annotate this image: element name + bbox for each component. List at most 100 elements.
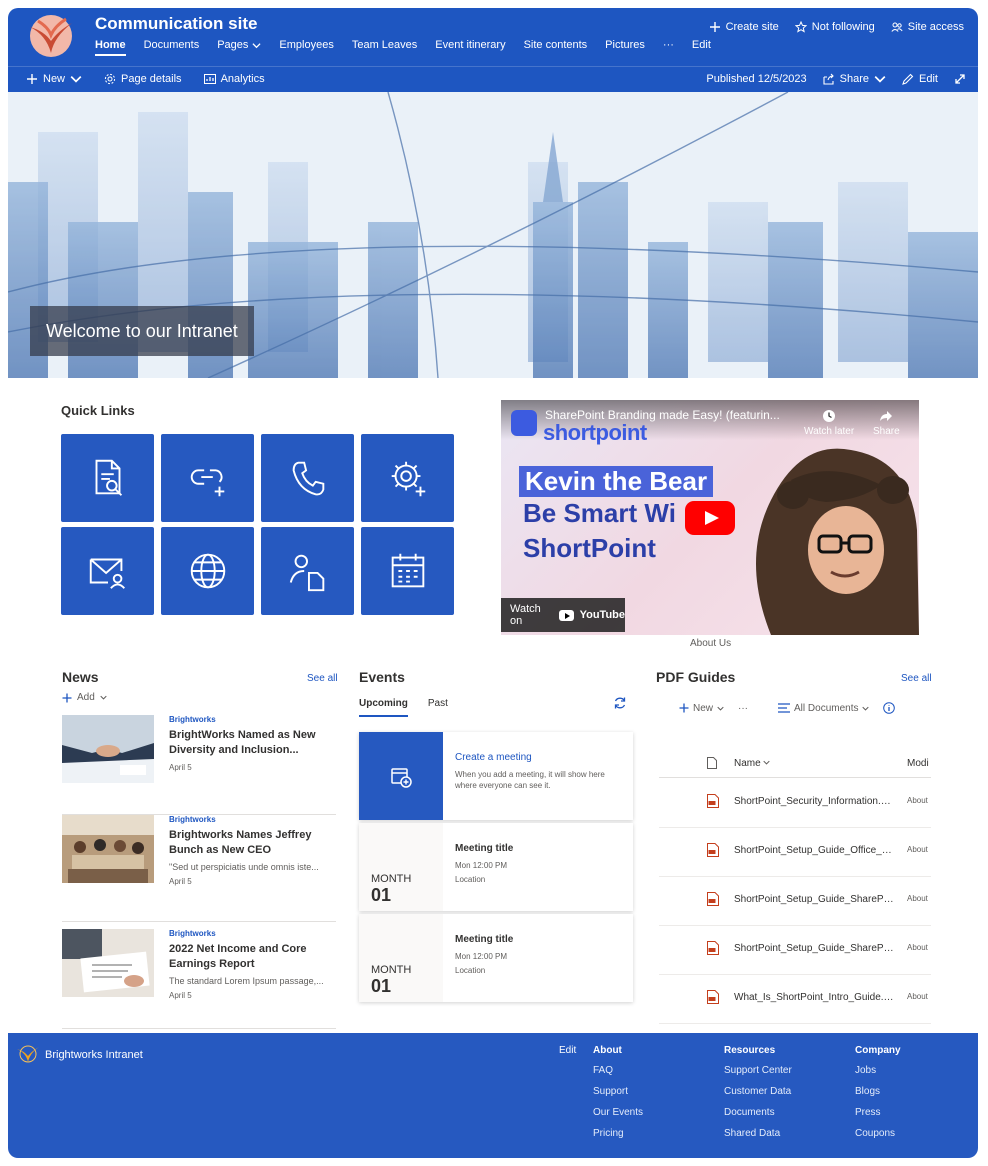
not-following-button[interactable]: Not following: [794, 21, 875, 33]
nav-pictures[interactable]: Pictures: [605, 39, 645, 56]
news-headline[interactable]: BrightWorks Named as New Diversity and I…: [169, 728, 337, 758]
quick-link-tile[interactable]: [61, 527, 154, 615]
pdf-file-name[interactable]: What_Is_ShortPoint_Intro_Guide.p...: [734, 992, 894, 1003]
event-month: MONTH: [371, 964, 412, 976]
nav-documents[interactable]: Documents: [144, 39, 200, 56]
footer-link[interactable]: Blogs: [855, 1086, 901, 1097]
video-caption: About Us: [690, 638, 732, 649]
analytics-button[interactable]: Analytics: [203, 73, 265, 85]
page-details-button[interactable]: Page details: [104, 73, 182, 85]
footer-column-company: Company Jobs Blogs Press Coupons: [855, 1045, 901, 1149]
footer-edit-link[interactable]: Edit: [559, 1045, 576, 1056]
video-headline-3: ShortPoint: [523, 533, 656, 563]
play-button[interactable]: [685, 501, 735, 535]
nav-pages[interactable]: Pages: [217, 39, 261, 56]
footer-link[interactable]: Documents: [724, 1107, 792, 1118]
quick-link-tile[interactable]: [361, 527, 454, 615]
video-player[interactable]: shortpoint SharePoint Branding made Easy…: [501, 400, 919, 635]
footer-link[interactable]: Our Events: [593, 1107, 643, 1118]
site-logo-icon[interactable]: [24, 13, 78, 59]
event-card[interactable]: MONTH 01 Meeting title Mon 12:00 PM Loca…: [359, 914, 633, 1002]
news-item[interactable]: Brightworks BrightWorks Named as New Div…: [62, 715, 336, 815]
pdf-row[interactable]: ShortPoint_Setup_Guide_Office_3... About: [659, 828, 931, 877]
event-day: 01: [371, 976, 392, 996]
watch-later-button[interactable]: Watch later: [804, 409, 854, 437]
pdf-row[interactable]: ShortPoint_Security_Information.p... Abo…: [659, 779, 931, 828]
news-thumbnail-report: [62, 929, 154, 997]
nav-employees[interactable]: Employees: [279, 39, 333, 56]
footer-link[interactable]: FAQ: [593, 1065, 643, 1076]
event-date: MONTH 01: [359, 914, 443, 1002]
site-title[interactable]: Communication site: [95, 14, 257, 34]
site-footer: Brightworks Intranet Edit About FAQ Supp…: [8, 1033, 978, 1158]
news-item[interactable]: Brightworks 2022 Net Income and Core Ear…: [62, 929, 336, 1029]
pdf-more-button[interactable]: ···: [738, 703, 748, 714]
share-button[interactable]: Share: [823, 73, 886, 85]
footer-link[interactable]: Press: [855, 1107, 901, 1118]
create-site-button[interactable]: Create site: [709, 21, 779, 33]
hero-caption[interactable]: Welcome to our Intranet: [30, 306, 254, 356]
new-button[interactable]: New: [26, 73, 82, 85]
video-share-button[interactable]: Share: [873, 409, 900, 437]
pdf-file-name[interactable]: ShortPoint_Setup_Guide_SharePoi...: [734, 943, 894, 954]
quick-link-tile[interactable]: [261, 527, 354, 615]
footer-link[interactable]: Pricing: [593, 1128, 643, 1139]
event-card[interactable]: MONTH 01 Meeting title Mon 12:00 PM Loca…: [359, 823, 633, 911]
nav-team-leaves[interactable]: Team Leaves: [352, 39, 417, 56]
pdf-row[interactable]: ShortPoint_Setup_Guide_SharePoi... About: [659, 877, 931, 926]
pdf-file-name[interactable]: ShortPoint_Setup_Guide_SharePoi...: [734, 894, 894, 905]
create-meeting-card[interactable]: Create a meeting When you add a meeting,…: [359, 732, 633, 820]
edit-page-button[interactable]: Edit: [902, 73, 938, 85]
pdf-modified: About: [907, 796, 928, 805]
watch-on-youtube-button[interactable]: Watch on YouTube: [501, 598, 625, 632]
quick-link-tile[interactable]: [161, 434, 254, 522]
footer-link[interactable]: Shared Data: [724, 1128, 792, 1139]
footer-link[interactable]: Coupons: [855, 1128, 901, 1139]
quick-link-tile[interactable]: [161, 527, 254, 615]
quick-link-tile[interactable]: [61, 434, 154, 522]
column-name[interactable]: Name: [734, 758, 771, 769]
quick-link-tile[interactable]: [261, 434, 354, 522]
info-icon[interactable]: [883, 702, 896, 714]
footer-link[interactable]: Customer Data: [724, 1086, 792, 1097]
news-item[interactable]: Brightworks Brightworks Names Jeffrey Bu…: [62, 815, 336, 922]
pdf-see-all-link[interactable]: See all: [901, 673, 932, 684]
event-title[interactable]: Meeting title: [455, 843, 625, 854]
column-modified[interactable]: Modi: [907, 758, 929, 769]
create-meeting-link[interactable]: Create a meeting: [455, 752, 625, 763]
footer-link[interactable]: Support Center: [724, 1065, 792, 1076]
news-headline[interactable]: 2022 Net Income and Core Earnings Report: [169, 942, 337, 972]
news-see-all-link[interactable]: See all: [307, 673, 338, 684]
shortpoint-logo-icon: [511, 410, 537, 436]
tab-past[interactable]: Past: [428, 698, 448, 717]
share-icon: [823, 73, 834, 85]
pdf-new-button[interactable]: New: [679, 703, 724, 714]
calendar-add-icon: [391, 768, 412, 788]
nav-more[interactable]: ···: [663, 39, 674, 56]
pdf-file-name[interactable]: ShortPoint_Setup_Guide_Office_3...: [734, 845, 894, 856]
nav-edit[interactable]: Edit: [692, 39, 711, 56]
header-actions: Create site Not following Site access: [709, 21, 964, 33]
nav-event-itinerary[interactable]: Event itinerary: [435, 39, 505, 56]
pdf-view-selector[interactable]: All Documents: [778, 703, 870, 714]
pdf-row[interactable]: What_Is_ShortPoint_Intro_Guide.p... Abou…: [659, 975, 931, 1024]
footer-link[interactable]: Jobs: [855, 1065, 901, 1076]
news-title: News: [62, 669, 99, 685]
quick-link-tile[interactable]: [361, 434, 454, 522]
news-headline[interactable]: Brightworks Names Jeffrey Bunch as New C…: [169, 828, 337, 858]
expand-button[interactable]: [954, 73, 966, 85]
footer-brand[interactable]: Brightworks Intranet: [45, 1049, 143, 1061]
pdf-file-name[interactable]: ShortPoint_Security_Information.p...: [734, 796, 894, 807]
site-access-button[interactable]: Site access: [891, 21, 964, 33]
news-add-button[interactable]: Add: [62, 692, 107, 703]
video-title[interactable]: SharePoint Branding made Easy! (featurin…: [545, 408, 795, 422]
footer-link[interactable]: Support: [593, 1086, 643, 1097]
refresh-icon[interactable]: [613, 696, 627, 710]
nav-site-contents[interactable]: Site contents: [524, 39, 588, 56]
nav-home[interactable]: Home: [95, 39, 126, 56]
tab-upcoming[interactable]: Upcoming: [359, 698, 408, 717]
pdf-row[interactable]: ShortPoint_Setup_Guide_SharePoi... About: [659, 926, 931, 975]
event-title[interactable]: Meeting title: [455, 934, 625, 945]
analytics-icon: [203, 74, 216, 84]
news-date: April 5: [169, 763, 192, 772]
